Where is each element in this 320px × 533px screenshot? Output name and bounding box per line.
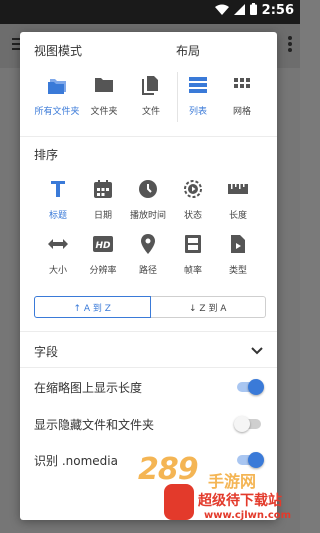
show-hidden-label: 显示隐藏文件和文件夹 (34, 418, 155, 432)
battery-icon (249, 3, 257, 18)
watermark-number: 289 (138, 452, 199, 487)
wifi-icon (214, 4, 229, 18)
chevron-down-icon[interactable] (250, 343, 264, 362)
status-time: 2:56 (261, 3, 294, 18)
toggle-row-show-hidden: 显示隐藏文件和文件夹 (34, 414, 266, 434)
clock-icon (136, 177, 160, 201)
status-bar: 2:56 (0, 0, 300, 24)
toggle-row-show-length: 在缩略图上显示长度 (34, 377, 266, 397)
folder-icon (92, 73, 116, 97)
folders-icon (45, 73, 69, 97)
title-icon (46, 177, 70, 201)
layout-title: 布局 (176, 44, 201, 58)
show-length-label: 在缩略图上显示长度 (34, 381, 143, 395)
layout-grid[interactable]: 网格 (214, 73, 270, 117)
sort-length-option[interactable]: 长度 (210, 177, 266, 221)
status-icon (181, 177, 205, 201)
grid-icon (230, 73, 254, 97)
film-icon (181, 232, 205, 256)
hd-icon: HD (91, 232, 115, 256)
ruler-icon (226, 177, 250, 201)
divider (20, 367, 277, 368)
watermark: 289 手游网 超级待下载站 www.cjlwn.com (138, 452, 300, 532)
list-icon (186, 73, 210, 97)
signal-icon (233, 3, 245, 18)
divider (20, 136, 277, 137)
nomedia-label: 识别 .nomedia (34, 454, 118, 468)
fields-row[interactable]: 字段 (34, 341, 266, 361)
watermark-url: www.cjlwn.com (204, 510, 292, 521)
sort-type-option[interactable]: 类型 (210, 232, 266, 276)
location-pin-icon (136, 232, 160, 256)
divider (20, 331, 277, 332)
view-mode-title: 视图模式 (34, 44, 83, 58)
file-type-icon (226, 232, 250, 256)
size-arrows-icon (46, 232, 70, 256)
view-options-dialog: 视图模式 布局 所有文件夹 文件夹 文件 列表 网格 排序 标题 日期 播放时间… (20, 32, 277, 520)
calendar-icon (91, 177, 115, 201)
svg-text:HD: HD (95, 241, 111, 251)
watermark-name: 超级待下载站 (198, 493, 282, 509)
sort-desc-button[interactable]: ↓ Z 到 A (150, 296, 266, 318)
fields-label: 字段 (34, 345, 59, 359)
more-options-icon (288, 36, 292, 52)
watermark-logo-icon (164, 484, 194, 520)
file-icon (139, 73, 163, 97)
show-length-switch[interactable] (234, 379, 264, 395)
watermark-sub: 手游网 (208, 472, 257, 491)
sort-asc-button[interactable]: ↑ A 到 Z (34, 296, 151, 318)
show-hidden-switch[interactable] (234, 416, 264, 432)
sort-order-toggle: ↑ A 到 Z ↓ Z 到 A (34, 296, 266, 318)
sort-title: 排序 (34, 148, 59, 162)
